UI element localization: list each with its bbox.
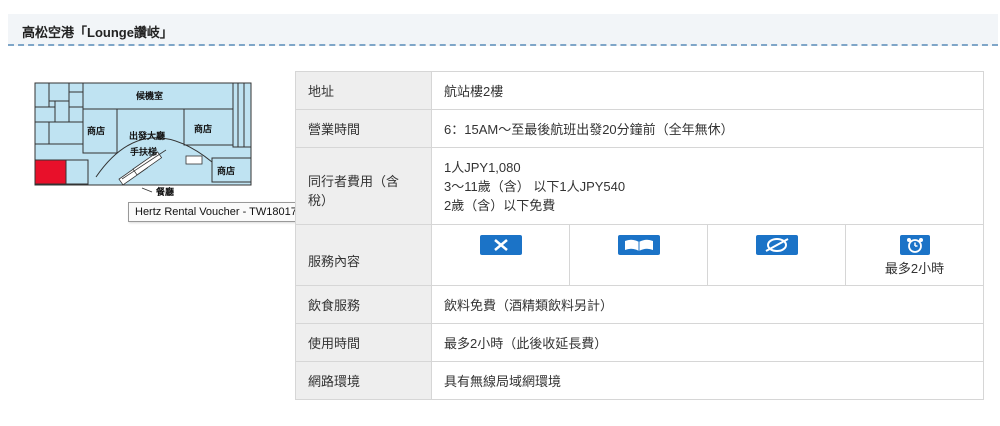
- usage-time-value: 最多2小時（此後收延長費）: [431, 323, 984, 362]
- alarm-clock-icon: [899, 235, 930, 255]
- lounge-info-table: 地址 航站樓2樓 營業時間 6：15AM～至最後航班出發20分鐘前（全年無休） …: [295, 71, 984, 400]
- service-item-no-smoking: [432, 225, 570, 285]
- network-value: 具有無線局域網環境: [431, 361, 984, 400]
- map-right-block: [232, 82, 252, 148]
- service-item-no-phone: [708, 225, 846, 285]
- food-value: 飲料免費（酒精類飲料另計）: [431, 285, 984, 324]
- no-phone-icon: [755, 235, 798, 255]
- services-label: 服務內容: [308, 253, 361, 269]
- table-row-address: 地址 航站樓2樓: [295, 71, 984, 110]
- service-text: 最多2小時: [884, 261, 945, 276]
- food-label: 飲食服務: [295, 285, 432, 324]
- map-room-small-g: [48, 121, 84, 145]
- table-row-food: 飲食服務 飲料免費（酒精類飲料另計）: [295, 285, 984, 324]
- service-item-time-limit: 最多2小時: [846, 225, 983, 285]
- map-label-departure-hall: 出發大廳: [129, 130, 165, 141]
- map-label-restaurant: 餐廳: [155, 186, 174, 196]
- address-label: 地址: [295, 71, 432, 110]
- hours-label: 營業時間: [295, 109, 432, 148]
- table-row-usage-time: 使用時間 最多2小時（此後收延長費）: [295, 323, 984, 362]
- fee-line-infant: 2歲（含）以下免費: [444, 197, 556, 213]
- fee-line-child: 3～11歲（含） 以下1人JPY540: [444, 178, 626, 194]
- usage-time-label: 使用時間: [295, 323, 432, 362]
- services-label-cell: 服務內容: [295, 224, 432, 286]
- map-bottom-block: [65, 159, 89, 185]
- no-smoking-icon: [479, 235, 522, 255]
- map-label-shop-right: 商店: [217, 165, 235, 176]
- page-header: 高松空港「Lounge讚岐」: [8, 14, 998, 46]
- fee-value: 1人JPY1,080 3～11歲（含） 以下1人JPY540 2歲（含）以下免費: [431, 147, 984, 225]
- map-room-small-d: [34, 106, 56, 123]
- map-label-waiting-room: 候機室: [136, 90, 163, 101]
- map-room-small-e: [54, 100, 70, 123]
- services-value: 最多2小時: [431, 224, 984, 286]
- map-label-shop-left: 商店: [87, 125, 105, 136]
- map-room-small-a: [34, 82, 50, 108]
- map-restaurant-highlight: [34, 159, 67, 185]
- table-row-services: 服務內容 最多2小時: [295, 224, 984, 286]
- map-label-shop-mid: 商店: [194, 123, 212, 134]
- hours-value: 6：15AM～至最後航班出發20分鐘前（全年無休）: [431, 109, 984, 148]
- network-label: 網路環境: [295, 361, 432, 400]
- floor-map: 候機室 商店 商店 商店 出發大廳 手扶梯 餐廳: [34, 82, 252, 196]
- map-label-escalator: 手扶梯: [130, 146, 157, 157]
- services-grid: 最多2小時: [432, 225, 983, 285]
- fee-label: 同行者費用（含稅）: [308, 174, 400, 208]
- fee-line-adult: 1人JPY1,080: [444, 159, 521, 175]
- table-row-network: 網路環境 具有無線局域網環境: [295, 361, 984, 400]
- table-row-hours: 營業時間 6：15AM～至最後航班出發20分鐘前（全年無休）: [295, 109, 984, 148]
- map-room-small-f: [34, 121, 50, 145]
- address-value: 航站樓2樓: [431, 71, 984, 110]
- map-room-small-b: [48, 82, 70, 102]
- reading-icon: [617, 235, 660, 255]
- page-title: 高松空港「Lounge讚岐」: [22, 25, 173, 40]
- fee-label-cell: 同行者費用（含稅）: [295, 147, 432, 225]
- service-item-reading: [570, 225, 708, 285]
- table-row-fee: 同行者費用（含稅） 1人JPY1,080 3～11歲（含） 以下1人JPY540…: [295, 147, 984, 225]
- map-room-small-c: [68, 91, 84, 108]
